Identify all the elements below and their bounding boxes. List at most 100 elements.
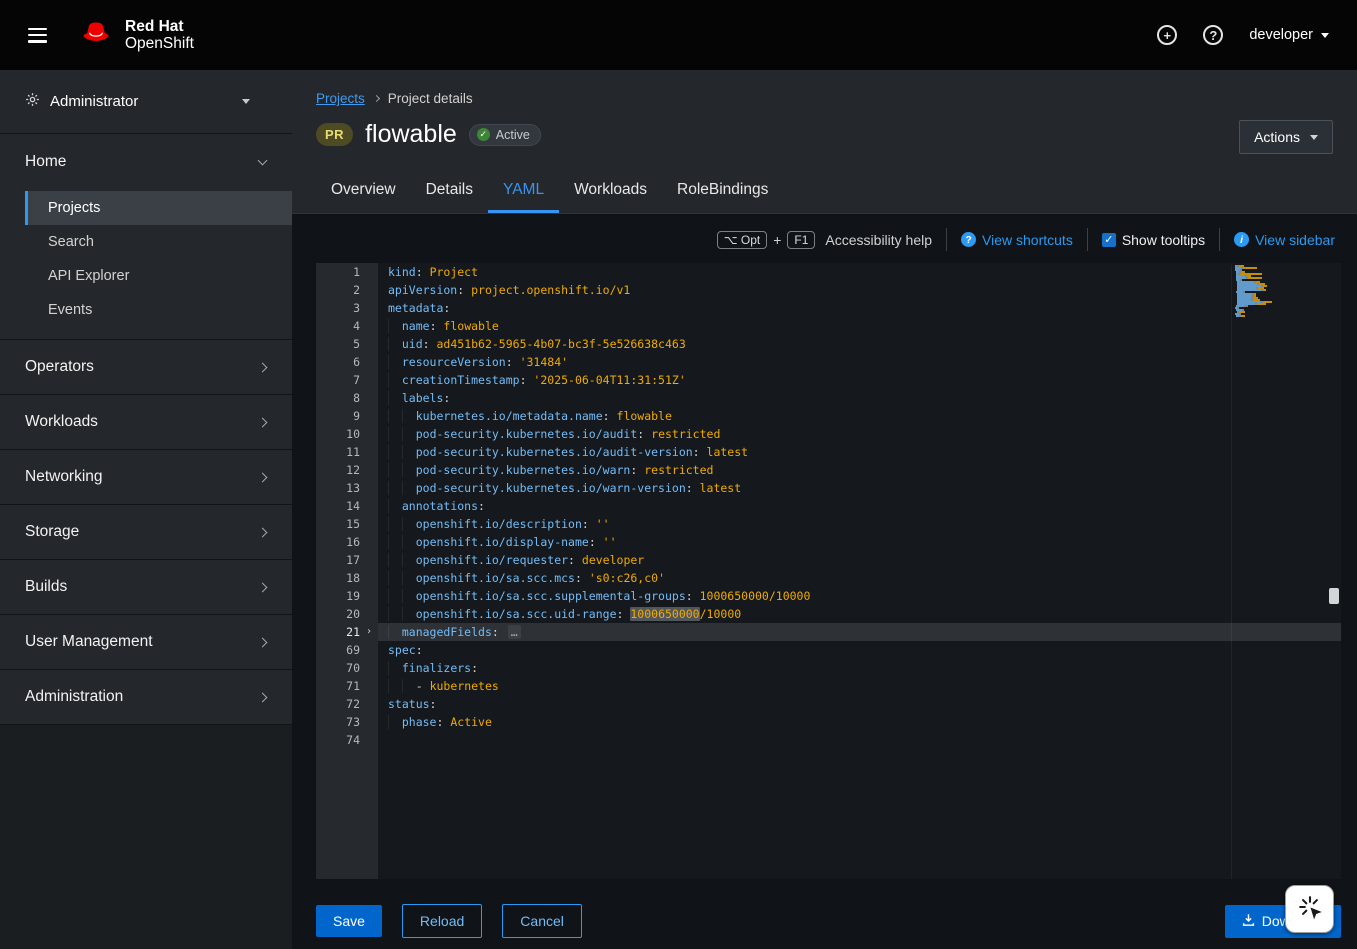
editor-line[interactable]: 73 phase: Active (316, 713, 1341, 731)
fold-spacer (360, 479, 378, 497)
editor-line[interactable]: 18 openshift.io/sa.scc.mcs: 's0:c26,c0' (316, 569, 1341, 587)
breadcrumb-link-projects[interactable]: Projects (316, 91, 365, 106)
line-number: 74 (316, 731, 360, 749)
download-icon (1242, 913, 1255, 930)
chevron-right-icon (258, 527, 268, 537)
view-sidebar-link[interactable]: i View sidebar (1234, 232, 1335, 248)
editor-line[interactable]: 70 finalizers: (316, 659, 1341, 677)
fold-spacer (360, 551, 378, 569)
reload-button[interactable]: Reload (402, 904, 482, 938)
fold-spacer (360, 353, 378, 371)
actions-button-label: Actions (1254, 129, 1300, 145)
code-content: labels: (378, 389, 1341, 407)
show-tooltips-checkbox[interactable]: ✓ (1102, 233, 1116, 247)
line-number: 21 (316, 623, 360, 641)
line-number: 3 (316, 299, 360, 317)
editor-line[interactable]: 7 creationTimestamp: '2025-06-04T11:31:5… (316, 371, 1341, 389)
editor-line[interactable]: 4 name: flowable (316, 317, 1341, 335)
sidebar-section-home: HomeProjectsSearchAPI ExplorerEvents (0, 134, 292, 340)
editor-line[interactable]: 19 openshift.io/sa.scc.supplemental-grou… (316, 587, 1341, 605)
hamburger-menu-button[interactable] (28, 28, 47, 43)
editor-line[interactable]: 17 openshift.io/requester: developer (316, 551, 1341, 569)
fold-chevron-icon[interactable]: › (360, 623, 378, 641)
view-shortcuts-link[interactable]: ? View shortcuts (961, 232, 1073, 248)
fold-spacer (360, 371, 378, 389)
chevron-right-icon (258, 362, 268, 372)
chevron-right-icon (258, 472, 268, 482)
code-content: finalizers: (378, 659, 1341, 677)
sidebar-item-search[interactable]: Search (25, 225, 292, 259)
sidebar-item-projects[interactable]: Projects (25, 191, 292, 225)
tab-rolebindings[interactable]: RoleBindings (662, 167, 783, 213)
perspective-switcher[interactable]: Administrator (0, 70, 292, 134)
user-menu[interactable]: developer (1249, 27, 1329, 43)
code-content: openshift.io/description: '' (378, 515, 1341, 533)
editor-line[interactable]: 11 pod-security.kubernetes.io/audit-vers… (316, 443, 1341, 461)
sidebar-item-networking[interactable]: Networking (0, 450, 292, 505)
editor-line[interactable]: 2apiVersion: project.openshift.io/v1 (316, 281, 1341, 299)
code-content: pod-security.kubernetes.io/audit-version… (378, 443, 1341, 461)
editor-line[interactable]: 1kind: Project (316, 263, 1341, 281)
line-number: 15 (316, 515, 360, 533)
add-icon[interactable]: + (1157, 25, 1177, 45)
editor-line[interactable]: 69spec: (316, 641, 1341, 659)
sidebar-item-workloads[interactable]: Workloads (0, 395, 292, 450)
sidebar-item-operators[interactable]: Operators (0, 340, 292, 395)
actions-button[interactable]: Actions (1239, 120, 1333, 154)
tab-overview[interactable]: Overview (316, 167, 411, 213)
editor-line[interactable]: 20 openshift.io/sa.scc.uid-range: 100065… (316, 605, 1341, 623)
overview-ruler[interactable] (1328, 263, 1341, 879)
chevron-right-icon (258, 692, 268, 702)
line-number: 13 (316, 479, 360, 497)
sidebar-item-api-explorer[interactable]: API Explorer (25, 259, 292, 293)
app-root: Red Hat OpenShift + ? developer (0, 0, 1357, 949)
editor-line[interactable]: 74 (316, 731, 1341, 749)
editor-line[interactable]: 5 uid: ad451b62-5965-4b07-bc3f-5e526638c… (316, 335, 1341, 353)
fold-spacer (360, 659, 378, 677)
editor-line[interactable]: 72 status: (316, 695, 1341, 713)
sidebar-item-builds[interactable]: Builds (0, 560, 292, 615)
sidebar-item-label: Operators (25, 358, 94, 376)
tab-yaml[interactable]: YAML (488, 167, 559, 213)
breadcrumb: Projects Project details (316, 90, 1333, 107)
minimap[interactable] (1231, 265, 1327, 879)
line-number: 20 (316, 605, 360, 623)
line-number: 72 (316, 695, 360, 713)
editor-line[interactable]: 8 labels: (316, 389, 1341, 407)
fold-spacer (360, 335, 378, 353)
accessibility-help-label: Accessibility help (825, 232, 932, 248)
code-content: openshift.io/display-name: '' (378, 533, 1341, 551)
editor-line[interactable]: 21› managedFields: … (316, 623, 1341, 641)
sidebar-item-home[interactable]: Home (0, 134, 292, 189)
editor-line[interactable]: 71 - kubernetes (316, 677, 1341, 695)
sidebar-item-administration[interactable]: Administration (0, 670, 292, 725)
sidebar-item-user-management[interactable]: User Management (0, 615, 292, 670)
save-button[interactable]: Save (316, 905, 382, 937)
fold-spacer (360, 443, 378, 461)
line-number: 9 (316, 407, 360, 425)
yaml-editor[interactable]: 1kind: Project2apiVersion: project.opens… (316, 263, 1341, 879)
plus-text: + (773, 232, 781, 248)
sidebar-item-storage[interactable]: Storage (0, 505, 292, 560)
editor-line[interactable]: 15 openshift.io/description: '' (316, 515, 1341, 533)
code-content: status: (378, 695, 1341, 713)
editor-line[interactable]: 6 resourceVersion: '31484' (316, 353, 1341, 371)
help-icon[interactable]: ? (1203, 25, 1223, 45)
cancel-button[interactable]: Cancel (502, 904, 582, 938)
fold-spacer (360, 281, 378, 299)
editor-line[interactable]: 12 pod-security.kubernetes.io/warn: rest… (316, 461, 1341, 479)
fold-spacer (360, 695, 378, 713)
gear-icon (25, 92, 40, 111)
editor-line[interactable]: 13 pod-security.kubernetes.io/warn-versi… (316, 479, 1341, 497)
fold-spacer (360, 605, 378, 623)
sidebar-section-builds: Builds (0, 560, 292, 615)
scroll-marker[interactable] (1329, 588, 1339, 604)
editor-line[interactable]: 10 pod-security.kubernetes.io/audit: res… (316, 425, 1341, 443)
editor-line[interactable]: 9 kubernetes.io/metadata.name: flowable (316, 407, 1341, 425)
tab-details[interactable]: Details (411, 167, 488, 213)
editor-line[interactable]: 14 annotations: (316, 497, 1341, 515)
editor-line[interactable]: 16 openshift.io/display-name: '' (316, 533, 1341, 551)
sidebar-item-events[interactable]: Events (25, 293, 292, 327)
editor-line[interactable]: 3metadata: (316, 299, 1341, 317)
tab-workloads[interactable]: Workloads (559, 167, 662, 213)
